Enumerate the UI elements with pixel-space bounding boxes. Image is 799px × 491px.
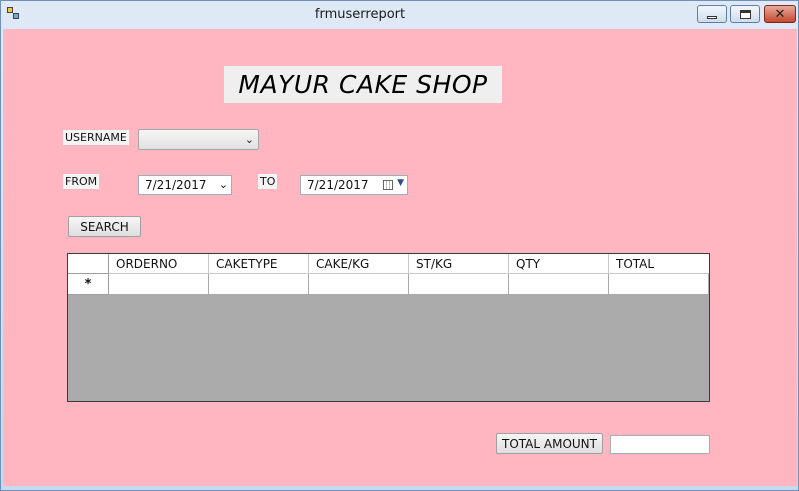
to-date-value: 7/21/2017	[307, 178, 369, 192]
grid-cell-qty[interactable]	[509, 274, 609, 295]
column-header-caketype[interactable]: CAKETYPE	[209, 254, 309, 274]
grid-cell-st-per-kg[interactable]	[409, 274, 509, 295]
chevron-down-icon[interactable]: ⌄	[219, 178, 228, 191]
grid-cell-orderno[interactable]	[109, 274, 209, 295]
column-header-orderno[interactable]: ORDERNO	[109, 254, 209, 274]
maximize-icon	[739, 9, 751, 19]
to-date-picker[interactable]: 7/21/2017 ▼	[300, 175, 408, 195]
column-header-st-per-kg[interactable]: ST/KG	[409, 254, 509, 274]
minimize-button[interactable]	[697, 5, 727, 23]
from-label: FROM	[63, 174, 100, 189]
total-amount-field[interactable]	[610, 435, 710, 454]
total-amount-button[interactable]: TOTAL AMOUNT	[496, 433, 603, 454]
title-bar[interactable]: frmuserreport ✕	[1, 1, 798, 29]
grid-cell-total[interactable]	[609, 274, 709, 295]
username-combobox[interactable]: ⌄	[138, 129, 259, 150]
window-title: frmuserreport	[314, 7, 406, 22]
column-header-total[interactable]: TOTAL	[609, 254, 709, 274]
orders-data-grid[interactable]: ORDERNO CAKETYPE CAKE/KG ST/KG QTY TOTAL…	[67, 253, 710, 402]
from-date-picker[interactable]: 7/21/2017 ⌄	[138, 175, 232, 195]
grid-header-row: ORDERNO CAKETYPE CAKE/KG ST/KG QTY TOTAL	[68, 254, 709, 274]
from-date-value: 7/21/2017	[145, 178, 207, 192]
grid-cell-cake-per-kg[interactable]	[309, 274, 409, 295]
maximize-button[interactable]	[730, 5, 760, 23]
form-client-area: MAYUR CAKE SHOP USERNAME ⌄ FROM 7/21/201…	[3, 29, 797, 486]
to-label: TO	[258, 174, 278, 189]
username-label: USERNAME	[63, 130, 129, 145]
grid-cell-caketype[interactable]	[209, 274, 309, 295]
column-header-qty[interactable]: QTY	[509, 254, 609, 274]
dropdown-arrow-icon[interactable]: ▼	[397, 178, 404, 188]
close-icon: ✕	[774, 6, 786, 22]
grid-new-row: *	[68, 274, 709, 295]
close-button[interactable]: ✕	[764, 5, 796, 23]
column-header-cake-per-kg[interactable]: CAKE/KG	[309, 254, 409, 274]
shop-logo-label: MAYUR CAKE SHOP	[224, 66, 502, 103]
grid-corner-header[interactable]	[68, 254, 109, 274]
minimize-icon	[707, 15, 717, 19]
report-window: frmuserreport ✕ MAYUR CAKE SHOP USERNAME…	[0, 0, 799, 491]
calendar-icon[interactable]	[383, 180, 393, 190]
new-row-marker[interactable]: *	[68, 274, 109, 295]
search-button[interactable]: SEARCH	[68, 216, 141, 237]
chevron-down-icon[interactable]: ⌄	[245, 133, 254, 146]
